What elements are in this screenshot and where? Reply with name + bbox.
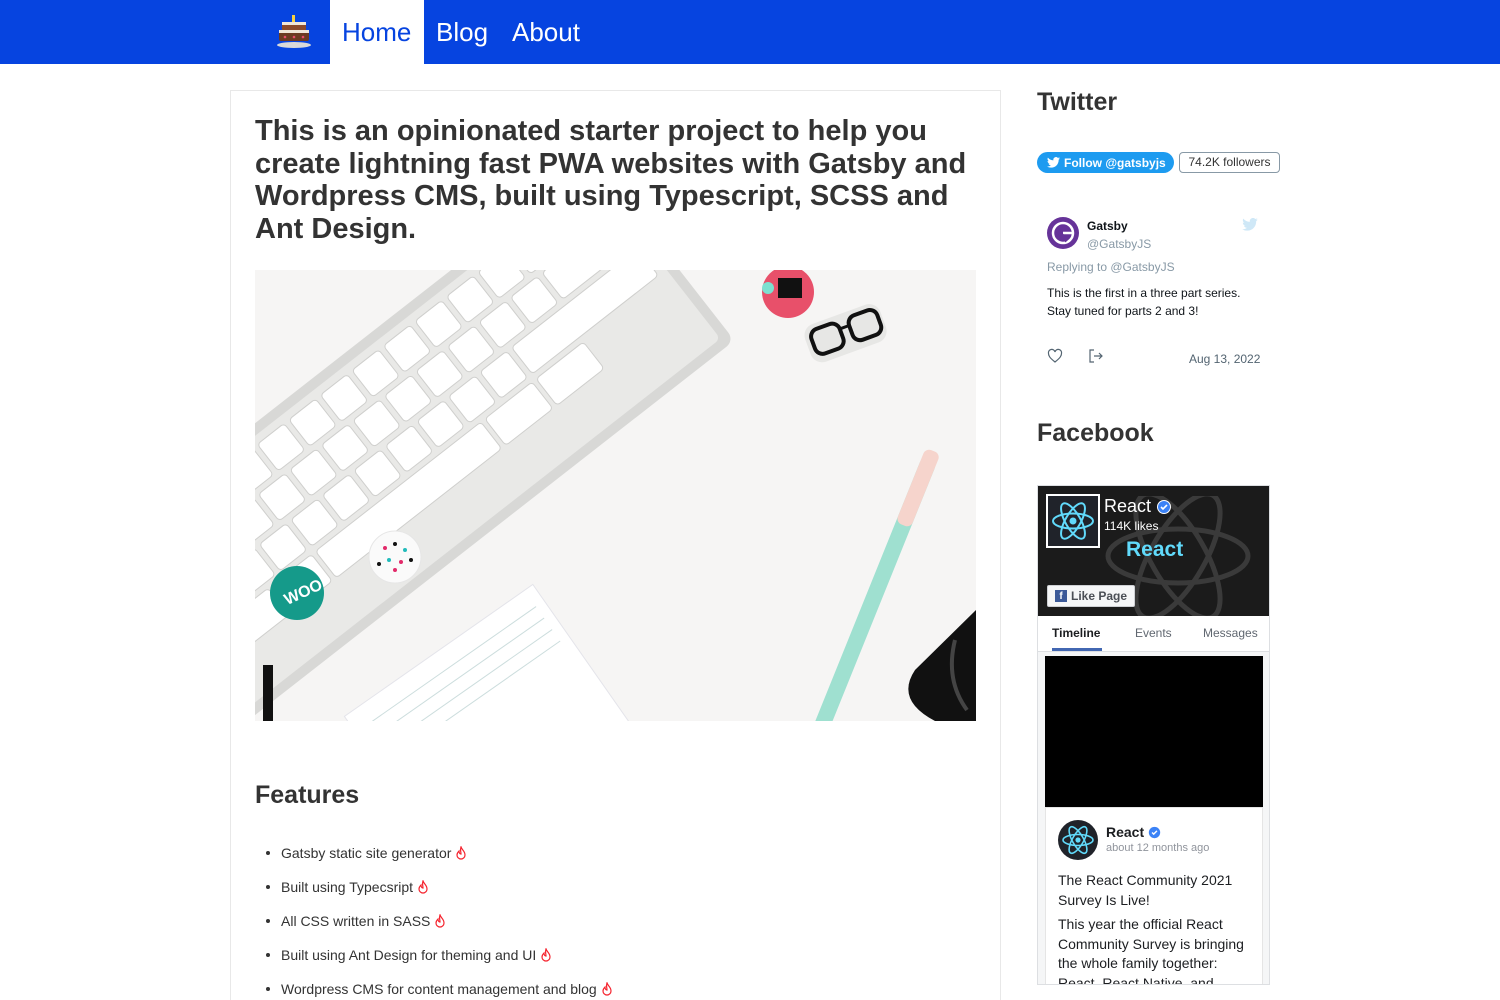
facebook-cover[interactable]: React React 114K likes f Like Page (1038, 486, 1269, 616)
fire-icon (418, 880, 428, 894)
tweet-replying[interactable]: Replying to @GatsbyJS (1047, 260, 1175, 274)
feature-text: All CSS written in SASS (281, 913, 431, 929)
twitter-bird-icon (1047, 157, 1060, 168)
twitter-bird-icon (1242, 218, 1258, 231)
like-page-button[interactable]: f Like Page (1047, 585, 1135, 607)
follow-label: Follow @gatsbyjs (1064, 155, 1166, 170)
facebook-tabs: Timeline Events Messages (1038, 616, 1269, 652)
facebook-title: Facebook (1037, 419, 1154, 447)
verified-badge-icon (1157, 499, 1172, 514)
post-avatar[interactable] (1058, 820, 1098, 860)
page-name[interactable]: React (1104, 496, 1172, 517)
nav-home[interactable]: Home (330, 0, 424, 64)
list-item: Gatsby static site generator (255, 836, 613, 870)
main-card: This is an opinionated starter project t… (230, 90, 1001, 1000)
page-headline: This is an opinionated starter project t… (255, 115, 967, 245)
tweet-card[interactable]: Gatsby @GatsbyJS Replying to @GatsbyJS T… (1037, 200, 1270, 380)
tab-messages[interactable]: Messages (1203, 626, 1258, 640)
tweet-author[interactable]: Gatsby (1087, 219, 1128, 233)
share-icon[interactable] (1088, 348, 1104, 364)
twitter-follow-button[interactable]: Follow @gatsbyjs (1037, 152, 1174, 173)
post-title: The React Community 2021 Survey Is Live! (1058, 872, 1233, 908)
video-player[interactable] (1045, 656, 1263, 807)
tweet-text: This is the first in a three part series… (1047, 286, 1241, 318)
nav-blog[interactable]: Blog (424, 0, 500, 64)
feature-text: Gatsby static site generator (281, 845, 452, 861)
top-navbar: Home Blog About (0, 0, 1500, 64)
nav-about[interactable]: About (500, 0, 592, 64)
tab-timeline[interactable]: Timeline (1052, 626, 1100, 640)
tweet-handle[interactable]: @GatsbyJS (1087, 237, 1151, 251)
list-item: Built using Typecsript (255, 870, 613, 904)
hero-image: WOO (255, 270, 976, 721)
facebook-icon: f (1055, 590, 1067, 602)
fire-icon (435, 914, 445, 928)
cover-wordmark: React (1126, 538, 1184, 561)
tab-events[interactable]: Events (1135, 626, 1172, 640)
heart-icon[interactable] (1047, 348, 1063, 364)
list-item: Wordpress CMS for content management and… (255, 972, 613, 1000)
post-body: This year the official React Community S… (1058, 916, 1244, 985)
like-page-label: Like Page (1071, 589, 1128, 603)
active-tab-indicator (1052, 648, 1102, 651)
features-title: Features (255, 781, 360, 809)
post-author[interactable]: React (1106, 824, 1161, 840)
cake-icon[interactable] (274, 14, 314, 50)
post-author-text: React (1106, 824, 1145, 840)
gatsby-avatar (1047, 217, 1079, 249)
twitter-title: Twitter (1037, 88, 1118, 116)
features-list: Gatsby static site generator Built using… (255, 836, 613, 1000)
verified-badge-icon (1148, 826, 1161, 838)
followers-count[interactable]: 74.2K followers (1179, 152, 1280, 173)
tweet-date[interactable]: Aug 13, 2022 (1189, 352, 1260, 366)
fire-icon (456, 846, 467, 860)
feature-text: Built using Ant Design for theming and U… (281, 947, 537, 963)
post-time[interactable]: about 12 months ago (1106, 842, 1209, 854)
page-likes: 114K likes (1104, 519, 1159, 533)
feature-text: Built using Typecsript (281, 879, 414, 895)
page-avatar[interactable] (1046, 494, 1100, 548)
list-item: All CSS written in SASS (255, 904, 613, 938)
feature-text: Wordpress CMS for content management and… (281, 981, 597, 997)
fire-icon (602, 982, 612, 996)
list-item: Built using Ant Design for theming and U… (255, 938, 613, 972)
facebook-page-plugin: React React 114K likes f Like Page Timel… (1037, 485, 1270, 985)
page-name-text: React (1104, 496, 1152, 516)
fire-icon (541, 948, 551, 962)
facebook-post: React about 12 months ago The React Comm… (1045, 807, 1263, 985)
